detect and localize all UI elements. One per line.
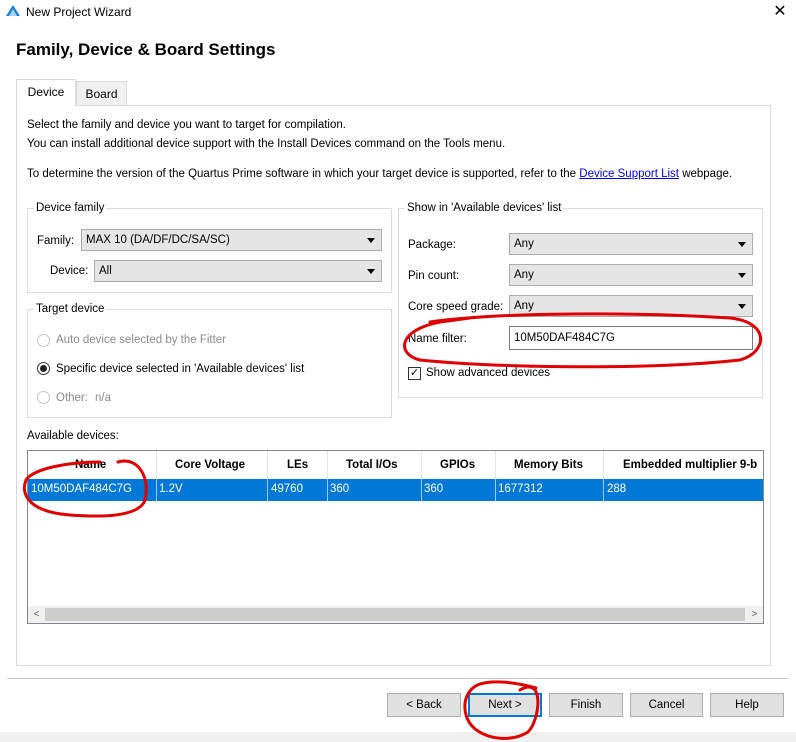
specific-device-radio[interactable] xyxy=(37,362,50,375)
cell-les: 49760 xyxy=(271,483,303,495)
pin-count-label: Pin count: xyxy=(408,270,460,282)
auto-device-radio[interactable] xyxy=(37,334,50,347)
package-label: Package: xyxy=(408,239,456,251)
back-button[interactable]: < Back xyxy=(387,693,461,717)
name-filter-label: Name filter: xyxy=(408,333,467,345)
cancel-button[interactable]: Cancel xyxy=(630,693,703,717)
tab-board[interactable]: Board xyxy=(76,81,127,106)
show-advanced-checkbox[interactable]: ✓ xyxy=(408,367,421,380)
device-select-value: All xyxy=(99,265,112,277)
info-line-2: You can install additional device suppor… xyxy=(27,138,506,150)
app-icon xyxy=(6,5,20,16)
table-row[interactable]: 10M50DAF484C7G 1.2V 49760 360 360 167731… xyxy=(28,479,763,501)
footer-divider xyxy=(7,678,789,679)
window-bottom-edge xyxy=(0,732,796,742)
family-select-value: MAX 10 (DA/DF/DC/SA/SC) xyxy=(86,234,230,246)
scroll-right-icon[interactable]: > xyxy=(747,607,762,622)
scroll-left-icon[interactable]: < xyxy=(29,607,44,622)
chevron-down-icon xyxy=(738,304,746,309)
column-divider[interactable] xyxy=(495,451,496,479)
cell-divider xyxy=(267,479,268,501)
column-divider[interactable] xyxy=(156,451,157,479)
device-support-list-link[interactable]: Device Support List xyxy=(579,168,679,180)
info-line-1: Select the family and device you want to… xyxy=(27,119,346,131)
window-titlebar: New Project Wizard ✕ xyxy=(0,0,796,24)
close-icon[interactable]: ✕ xyxy=(770,2,790,22)
family-label: Family: xyxy=(37,235,75,247)
column-divider[interactable] xyxy=(421,451,422,479)
cell-divider xyxy=(495,479,496,501)
name-filter-input[interactable]: 10M50DAF484C7G xyxy=(509,326,753,350)
column-header-embedded-multiplier[interactable]: Embedded multiplier 9-b xyxy=(623,459,757,471)
column-header-total-ios[interactable]: Total I/Os xyxy=(346,459,398,471)
scrollbar-thumb[interactable] xyxy=(45,608,745,621)
other-device-radio[interactable] xyxy=(37,391,50,404)
specific-device-label: Specific device selected in 'Available d… xyxy=(56,363,305,375)
column-header-name[interactable]: Name xyxy=(75,459,106,471)
horizontal-scrollbar[interactable]: < > xyxy=(28,606,763,623)
show-in-list-title: Show in 'Available devices' list xyxy=(405,202,564,214)
column-divider[interactable] xyxy=(327,451,328,479)
finish-button[interactable]: Finish xyxy=(549,693,623,717)
show-advanced-label: Show advanced devices xyxy=(426,367,551,379)
device-label: Device: xyxy=(50,265,89,277)
next-button[interactable]: Next > xyxy=(468,693,542,717)
column-header-memory-bits[interactable]: Memory Bits xyxy=(514,459,583,471)
speed-grade-select[interactable]: Any xyxy=(509,295,753,317)
chevron-down-icon xyxy=(738,273,746,278)
chevron-down-icon xyxy=(367,238,375,243)
column-header-les[interactable]: LEs xyxy=(287,459,308,471)
cell-divider xyxy=(156,479,157,501)
column-header-core-voltage[interactable]: Core Voltage xyxy=(175,459,245,471)
device-family-title: Device family xyxy=(34,202,107,214)
speed-grade-select-value: Any xyxy=(514,300,534,312)
device-select[interactable]: All xyxy=(94,260,382,282)
package-select-value: Any xyxy=(514,238,534,250)
info-line-3-suffix: webpage. xyxy=(679,168,733,180)
cell-core-voltage: 1.2V xyxy=(159,483,183,495)
cell-divider xyxy=(421,479,422,501)
cell-embedded-multiplier: 288 xyxy=(607,483,627,495)
column-divider[interactable] xyxy=(603,451,604,479)
chevron-down-icon xyxy=(738,242,746,247)
cell-divider xyxy=(327,479,328,501)
page-title: Family, Device & Board Settings xyxy=(16,40,276,59)
tab-device[interactable]: Device xyxy=(16,79,76,106)
info-line-3: To determine the version of the Quartus … xyxy=(27,168,732,180)
cell-name: 10M50DAF484C7G xyxy=(31,483,132,495)
table-header: Name Core Voltage LEs Total I/Os GPIOs M… xyxy=(28,451,763,479)
pin-count-select[interactable]: Any xyxy=(509,264,753,286)
other-device-value: n/a xyxy=(95,392,111,404)
cell-gpios: 360 xyxy=(424,483,444,495)
auto-device-label: Auto device selected by the Fitter xyxy=(56,334,227,346)
chevron-down-icon xyxy=(367,269,375,274)
other-device-label: Other: xyxy=(56,392,88,404)
cell-divider xyxy=(603,479,604,501)
speed-grade-label: Core speed grade: xyxy=(408,301,504,313)
target-device-title: Target device xyxy=(34,303,107,315)
help-button[interactable]: Help xyxy=(710,693,784,717)
window-title: New Project Wizard xyxy=(26,5,132,19)
family-select[interactable]: MAX 10 (DA/DF/DC/SA/SC) xyxy=(81,229,382,251)
cell-memory-bits: 1677312 xyxy=(498,483,543,495)
available-devices-label: Available devices: xyxy=(27,430,119,442)
pin-count-select-value: Any xyxy=(514,269,534,281)
available-devices-table[interactable]: Name Core Voltage LEs Total I/Os GPIOs M… xyxy=(27,450,764,624)
column-divider[interactable] xyxy=(267,451,268,479)
column-header-gpios[interactable]: GPIOs xyxy=(440,459,475,471)
cell-total-ios: 360 xyxy=(330,483,350,495)
package-select[interactable]: Any xyxy=(509,233,753,255)
info-line-3-text: To determine the version of the Quartus … xyxy=(27,168,580,180)
